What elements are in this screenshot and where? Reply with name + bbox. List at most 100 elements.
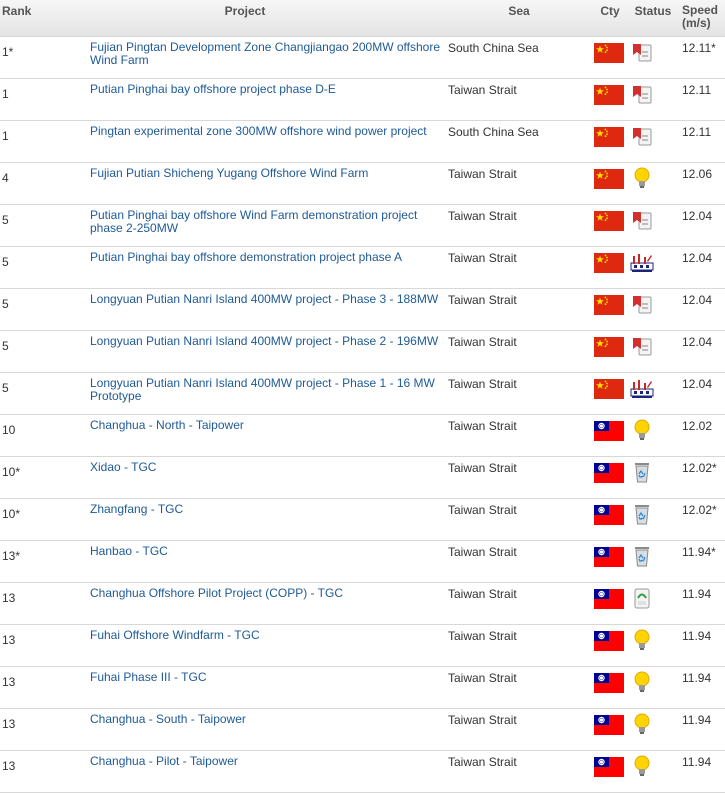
speed-header-label: Speed bbox=[682, 3, 719, 17]
project-link[interactable]: Changhua - South - Taipower bbox=[90, 712, 246, 726]
project-cell: Fuhai Phase III - TGC bbox=[44, 666, 446, 709]
red-tag-icon bbox=[633, 86, 652, 104]
rank-cell: 10* bbox=[0, 498, 44, 541]
red-tag-icon bbox=[633, 338, 652, 356]
project-link[interactable]: Longyuan Putian Nanri Island 400MW proje… bbox=[90, 376, 435, 403]
status-cell bbox=[628, 540, 678, 583]
status-cell bbox=[628, 120, 678, 163]
taiwan-flag-icon bbox=[594, 547, 624, 567]
lightbulb-icon bbox=[634, 713, 650, 734]
country-flag-cell bbox=[592, 288, 628, 331]
rank-cell: 1 bbox=[0, 120, 44, 163]
taiwan-flag-icon bbox=[594, 673, 624, 693]
status-cell bbox=[628, 414, 678, 457]
project-link[interactable]: Fuhai Phase III - TGC bbox=[90, 670, 207, 684]
country-flag-cell bbox=[592, 330, 628, 373]
speed-cell: 11.94 bbox=[678, 582, 725, 625]
project-cell: Fujian Putian Shicheng Yugang Offshore W… bbox=[44, 162, 446, 205]
country-header[interactable]: Cty bbox=[592, 0, 628, 37]
project-cell: Zhangfang - TGC bbox=[44, 498, 446, 541]
speed-cell: 12.02* bbox=[678, 456, 725, 499]
country-header-label: Cty bbox=[600, 4, 620, 18]
speed-cell: 11.94 bbox=[678, 708, 725, 751]
status-cell bbox=[628, 582, 678, 625]
table-row: 13* Hanbao - TGC Taiwan Strait 11.94* bbox=[0, 540, 725, 583]
project-link[interactable]: Changhua Offshore Pilot Project (COPP) -… bbox=[90, 586, 343, 600]
rank-header[interactable]: Rank bbox=[0, 0, 44, 37]
country-flag-cell bbox=[592, 246, 628, 289]
red-tag-icon bbox=[633, 212, 652, 230]
sea-cell: Taiwan Strait bbox=[446, 78, 592, 121]
table-row: 13 Fuhai Offshore Windfarm - TGC Taiwan … bbox=[0, 624, 725, 667]
project-link[interactable]: Fujian Pingtan Development Zone Changjia… bbox=[90, 40, 440, 67]
china-flag-icon bbox=[594, 169, 624, 189]
rank-cell: 5 bbox=[0, 288, 44, 331]
project-link[interactable]: Fujian Putian Shicheng Yugang Offshore W… bbox=[90, 166, 368, 180]
projects-table: Rank Project Sea Cty Status Speed (m/s) 1… bbox=[0, 0, 725, 793]
country-flag-cell bbox=[592, 582, 628, 625]
project-cell: Pingtan experimental zone 300MW offshore… bbox=[44, 120, 446, 163]
project-link[interactable]: Longyuan Putian Nanri Island 400MW proje… bbox=[90, 292, 438, 306]
status-cell bbox=[628, 372, 678, 415]
status-header[interactable]: Status bbox=[628, 0, 678, 37]
rank-cell: 13 bbox=[0, 624, 44, 667]
lightbulb-icon bbox=[634, 419, 650, 440]
project-link[interactable]: Putian Pinghai bay offshore demonstratio… bbox=[90, 250, 402, 264]
sea-cell: Taiwan Strait bbox=[446, 246, 592, 289]
project-link[interactable]: Xidao - TGC bbox=[90, 460, 156, 474]
project-cell: Fuhai Offshore Windfarm - TGC bbox=[44, 624, 446, 667]
project-cell: Putian Pinghai bay offshore demonstratio… bbox=[44, 246, 446, 289]
status-cell bbox=[628, 498, 678, 541]
status-cell bbox=[628, 456, 678, 499]
country-flag-cell bbox=[592, 36, 628, 79]
speed-cell: 12.04 bbox=[678, 372, 725, 415]
project-cell: Xidao - TGC bbox=[44, 456, 446, 499]
speed-cell: 12.11 bbox=[678, 120, 725, 163]
taiwan-flag-icon bbox=[594, 589, 624, 609]
factory-icon bbox=[630, 380, 654, 398]
country-flag-cell bbox=[592, 162, 628, 205]
rank-cell: 13 bbox=[0, 708, 44, 751]
project-link[interactable]: Fuhai Offshore Windfarm - TGC bbox=[90, 628, 260, 642]
recycle-bin-icon bbox=[635, 505, 649, 525]
project-link[interactable]: Hanbao - TGC bbox=[90, 544, 168, 558]
table-row: 10 Changhua - North - Taipower Taiwan St… bbox=[0, 414, 725, 457]
project-cell: Longyuan Putian Nanri Island 400MW proje… bbox=[44, 288, 446, 331]
speed-cell: 12.11* bbox=[678, 36, 725, 79]
project-link[interactable]: Pingtan experimental zone 300MW offshore… bbox=[90, 124, 427, 138]
country-flag-cell bbox=[592, 498, 628, 541]
project-link[interactable]: Longyuan Putian Nanri Island 400MW proje… bbox=[90, 334, 438, 348]
lightbulb-icon bbox=[634, 755, 650, 776]
lightbulb-icon bbox=[634, 671, 650, 692]
table-row: 13 Changhua Offshore Pilot Project (COPP… bbox=[0, 582, 725, 625]
project-header[interactable]: Project bbox=[44, 0, 446, 37]
rank-cell: 1 bbox=[0, 78, 44, 121]
country-flag-cell bbox=[592, 78, 628, 121]
sea-header[interactable]: Sea bbox=[446, 0, 592, 37]
project-link[interactable]: Changhua - North - Taipower bbox=[90, 418, 244, 432]
project-cell: Changhua - North - Taipower bbox=[44, 414, 446, 457]
speed-header[interactable]: Speed (m/s) bbox=[678, 0, 725, 37]
country-flag-cell bbox=[592, 708, 628, 751]
lightbulb-icon bbox=[634, 629, 650, 650]
green-tag-icon bbox=[634, 588, 650, 609]
project-link[interactable]: Putian Pinghai bay offshore Wind Farm de… bbox=[90, 208, 417, 235]
china-flag-icon bbox=[594, 85, 624, 105]
sea-cell: Taiwan Strait bbox=[446, 288, 592, 331]
rank-cell: 5 bbox=[0, 330, 44, 373]
speed-cell: 12.06 bbox=[678, 162, 725, 205]
china-flag-icon bbox=[594, 43, 624, 63]
factory-icon bbox=[630, 254, 654, 272]
project-link[interactable]: Putian Pinghai bay offshore project phas… bbox=[90, 82, 336, 96]
project-link[interactable]: Zhangfang - TGC bbox=[90, 502, 183, 516]
status-cell bbox=[628, 78, 678, 121]
taiwan-flag-icon bbox=[594, 463, 624, 483]
country-flag-cell bbox=[592, 666, 628, 709]
sea-cell: Taiwan Strait bbox=[446, 708, 592, 751]
speed-cell: 12.02* bbox=[678, 498, 725, 541]
table-row: 5 Longyuan Putian Nanri Island 400MW pro… bbox=[0, 330, 725, 373]
project-cell: Hanbao - TGC bbox=[44, 540, 446, 583]
speed-cell: 11.94* bbox=[678, 540, 725, 583]
project-link[interactable]: Changhua - Pilot - Taipower bbox=[90, 754, 238, 768]
status-cell bbox=[628, 288, 678, 331]
